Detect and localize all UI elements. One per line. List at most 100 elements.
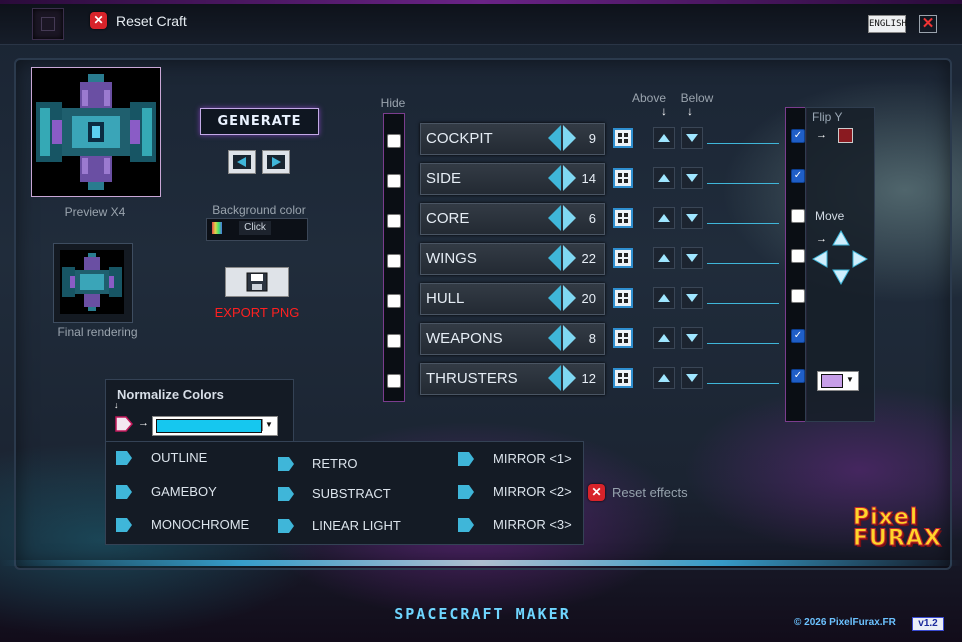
- effect-label[interactable]: SUBSTRACT: [312, 486, 391, 501]
- effect-label[interactable]: GAMEBOY: [151, 484, 217, 499]
- effect-label[interactable]: MIRROR <3>: [493, 517, 572, 532]
- hide-checkbox[interactable]: [387, 254, 401, 268]
- spaceship-final-image: [62, 253, 122, 311]
- effect-label[interactable]: LINEAR LIGHT: [312, 518, 401, 533]
- flip-y-checkbox[interactable]: [791, 169, 805, 183]
- layer-below-button[interactable]: [681, 167, 703, 189]
- palette-icon: [212, 222, 222, 234]
- background-color-click[interactable]: Click: [239, 221, 271, 235]
- layer-below-button[interactable]: [681, 207, 703, 229]
- randomize-dice-icon[interactable]: [613, 248, 633, 268]
- part-value: 20: [581, 291, 596, 306]
- part-arrows-icon[interactable]: [547, 204, 577, 232]
- part-arrows-icon[interactable]: [547, 324, 577, 352]
- effect-apply-button[interactable]: [277, 456, 295, 477]
- reset-craft-icon[interactable]: ✕: [90, 12, 107, 29]
- part-divider-line: [707, 343, 779, 344]
- triangle-up-icon: [658, 174, 670, 182]
- flip-y-checkbox[interactable]: [791, 329, 805, 343]
- layer-below-button[interactable]: [681, 287, 703, 309]
- hide-checkbox[interactable]: [387, 174, 401, 188]
- export-png-link[interactable]: EXPORT PNG: [212, 305, 302, 320]
- effect-label[interactable]: MIRROR <2>: [493, 484, 572, 499]
- randomize-dice-icon[interactable]: [613, 128, 633, 148]
- flip-y-checkbox[interactable]: [791, 289, 805, 303]
- layer-above-button[interactable]: [653, 247, 675, 269]
- part-divider-line: [707, 263, 779, 264]
- move-down-button[interactable]: [832, 269, 850, 285]
- part-arrows-icon[interactable]: [547, 284, 577, 312]
- move-right-button[interactable]: [852, 250, 868, 268]
- flip-y-checkbox[interactable]: [791, 129, 805, 143]
- above-arrow-icon: ↓: [661, 104, 667, 118]
- previous-button[interactable]: [228, 150, 256, 174]
- triangle-up-icon: [658, 214, 670, 222]
- move-up-button[interactable]: [832, 230, 850, 246]
- layer-below-button[interactable]: [681, 247, 703, 269]
- effect-apply-button[interactable]: [115, 484, 133, 505]
- hide-checkbox[interactable]: [387, 134, 401, 148]
- part-arrows-icon[interactable]: [547, 124, 577, 152]
- play-arrow-icon: [458, 452, 474, 466]
- effect-label[interactable]: OUTLINE: [151, 450, 207, 465]
- effect-apply-button[interactable]: [457, 517, 475, 538]
- randomize-dice-icon[interactable]: [613, 368, 633, 388]
- layer-above-button[interactable]: [653, 287, 675, 309]
- flip-y-label: Flip Y: [812, 110, 843, 124]
- layer-below-button[interactable]: [681, 327, 703, 349]
- hide-checkbox[interactable]: [387, 294, 401, 308]
- layer-above-button[interactable]: [653, 207, 675, 229]
- flip-y-checkbox[interactable]: [791, 209, 805, 223]
- normalize-apply-button[interactable]: [114, 416, 134, 432]
- hide-checkbox[interactable]: [387, 214, 401, 228]
- effect-apply-button[interactable]: [277, 518, 295, 539]
- randomize-dice-icon[interactable]: [613, 328, 633, 348]
- next-button[interactable]: [262, 150, 290, 174]
- effect-label[interactable]: MONOCHROME: [151, 517, 249, 532]
- hide-checkbox[interactable]: [387, 374, 401, 388]
- reset-effects-button[interactable]: Reset effects: [612, 485, 688, 500]
- effect-apply-button[interactable]: [115, 450, 133, 471]
- effect-apply-button[interactable]: [457, 451, 475, 472]
- generate-button[interactable]: GENERATE: [200, 108, 319, 135]
- flip-color-swatch[interactable]: [838, 128, 853, 143]
- layer-above-button[interactable]: [653, 367, 675, 389]
- play-arrow-icon: [278, 519, 294, 533]
- flip-y-checkbox[interactable]: [791, 369, 805, 383]
- layer-above-button[interactable]: [653, 327, 675, 349]
- preview-x4-canvas: [31, 67, 161, 197]
- randomize-dice-icon[interactable]: [613, 288, 633, 308]
- spaceship-preview-image: [36, 74, 156, 190]
- part-name: WEAPONS: [426, 330, 503, 347]
- layer-below-button[interactable]: [681, 367, 703, 389]
- effect-label[interactable]: MIRROR <1>: [493, 451, 572, 466]
- save-button[interactable]: [225, 267, 289, 297]
- hide-checkbox[interactable]: [387, 334, 401, 348]
- part-arrows-icon[interactable]: [547, 364, 577, 392]
- play-arrow-icon: [116, 451, 132, 465]
- randomize-dice-icon[interactable]: [613, 168, 633, 188]
- reset-craft-button[interactable]: Reset Craft: [116, 13, 187, 29]
- triangle-up-icon: [658, 374, 670, 382]
- pixelfurax-logo: Pixel FURAX: [853, 505, 949, 563]
- close-icon[interactable]: ✕: [919, 15, 937, 33]
- layer-above-button[interactable]: [653, 127, 675, 149]
- background-color-label: Background color: [212, 203, 306, 217]
- effect-apply-button[interactable]: [115, 517, 133, 538]
- language-button[interactable]: ENGLISH: [868, 15, 907, 33]
- part-arrows-icon[interactable]: [547, 164, 577, 192]
- reset-effects-icon[interactable]: ✕: [588, 484, 605, 501]
- layer-above-button[interactable]: [653, 167, 675, 189]
- preview-caption: Preview X4: [64, 205, 126, 219]
- below-arrow-icon: ↓: [687, 104, 693, 118]
- effect-label[interactable]: RETRO: [312, 456, 358, 471]
- layer-below-button[interactable]: [681, 127, 703, 149]
- play-arrow-icon: [278, 457, 294, 471]
- flip-y-checkbox[interactable]: [791, 249, 805, 263]
- randomize-dice-icon[interactable]: [613, 208, 633, 228]
- triangle-up-icon: [658, 134, 670, 142]
- effect-apply-button[interactable]: [277, 486, 295, 507]
- effect-apply-button[interactable]: [457, 484, 475, 505]
- part-arrows-icon[interactable]: [547, 244, 577, 272]
- move-left-button[interactable]: [812, 250, 828, 268]
